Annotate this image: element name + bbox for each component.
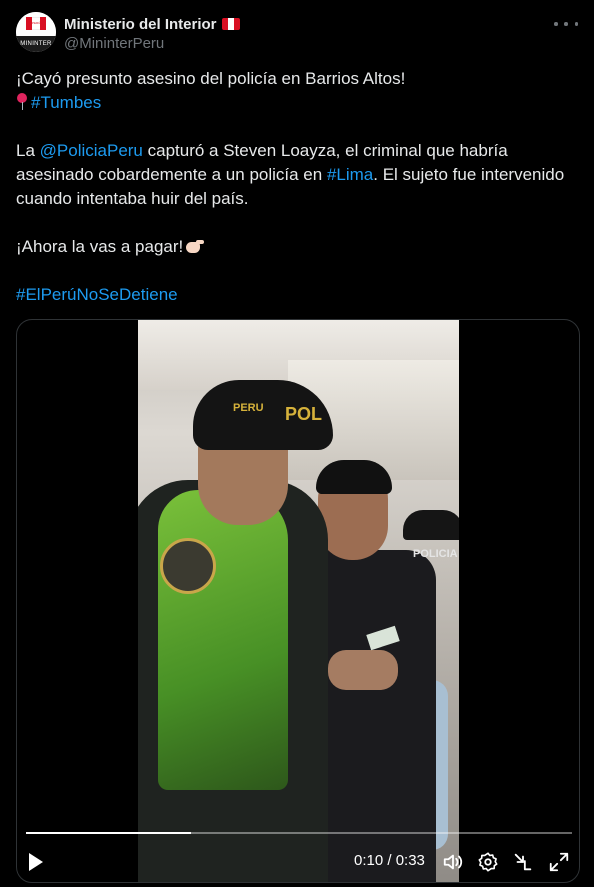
officer-badge <box>160 538 216 594</box>
text-segment: . El sujeto fue intervenido <box>373 165 565 184</box>
progress-bar[interactable] <box>26 832 572 834</box>
fullscreen-icon[interactable] <box>548 851 570 873</box>
avatar-label: MININTER <box>16 36 56 52</box>
hashtag-tumbes[interactable]: #Tumbes <box>31 93 101 112</box>
tweet-paragraph-2-line-2: asesinado cobardemente a un policía en #… <box>16 163 581 187</box>
officer-hands <box>328 650 398 690</box>
mention-policiaperu[interactable]: @PoliciaPeru <box>40 141 143 160</box>
minimize-player-icon[interactable] <box>512 851 534 873</box>
text-segment: capturó a Steven Loayza, el criminal que… <box>142 141 508 160</box>
second-officer-cap <box>403 510 459 540</box>
tweet-line-1: ¡Cayó presunto asesino del policía en Ba… <box>16 69 406 88</box>
tweet-paragraph-2-line-1: La @PoliciaPeru capturó a Steven Loayza,… <box>16 139 581 163</box>
second-officer-vest-text: POLICIA <box>413 548 458 560</box>
avatar[interactable]: PERÚ MININTER <box>16 12 56 52</box>
tweet-hashtag-line: #ElPerúNoSeDetiene <box>16 283 581 307</box>
tweet-header: PERÚ MININTER Ministerio del Interior @M… <box>16 12 578 56</box>
suspect-hair <box>316 460 392 494</box>
progress-fill <box>26 832 192 834</box>
video-controls: 0:10 / 0:33 <box>17 820 579 882</box>
user-handle[interactable]: @MininterPeru <box>64 35 164 52</box>
hashtag-elperunosedetiene[interactable]: #ElPerúNoSeDetiene <box>16 285 178 304</box>
pointing-hand-emoji-icon <box>184 237 205 255</box>
peru-flag-icon <box>221 18 240 30</box>
tweet-text: ¡Cayó presunto asesino del policía en Ba… <box>16 67 581 307</box>
play-icon[interactable] <box>29 853 43 871</box>
video-frame[interactable]: POLICIA PERU POL <box>138 320 459 882</box>
settings-gear-icon[interactable] <box>477 851 499 873</box>
officer-cap-text-pol: POL <box>285 404 323 424</box>
hashtag-lima[interactable]: #Lima <box>327 165 373 184</box>
pin-icon <box>16 92 28 111</box>
more-options-icon[interactable] <box>554 16 578 32</box>
tweet-line-2: #Tumbes <box>16 91 581 115</box>
text-segment: asesinado cobardemente a un policía en <box>16 165 327 184</box>
video-player[interactable]: POLICIA PERU POL 0:10 / 0:33 <box>16 319 580 883</box>
display-name[interactable]: Ministerio del Interior <box>64 16 217 33</box>
officer-cap-text-peru: PERU <box>233 402 264 414</box>
text-segment: La <box>16 141 40 160</box>
officer-vest <box>158 490 288 790</box>
tweet-paragraph-2-line-3: cuando intentaba huir del país. <box>16 189 249 208</box>
tweet-paragraph-3: ¡Ahora la vas a pagar! <box>16 235 581 259</box>
avatar-flag-text: PERÚ <box>32 21 41 25</box>
text-segment: ¡Ahora la vas a pagar! <box>16 237 184 256</box>
volume-icon[interactable] <box>442 851 464 873</box>
name-row: Ministerio del Interior <box>64 14 240 34</box>
time-display: 0:10 / 0:33 <box>354 852 425 869</box>
avatar-flag-right <box>40 17 46 30</box>
